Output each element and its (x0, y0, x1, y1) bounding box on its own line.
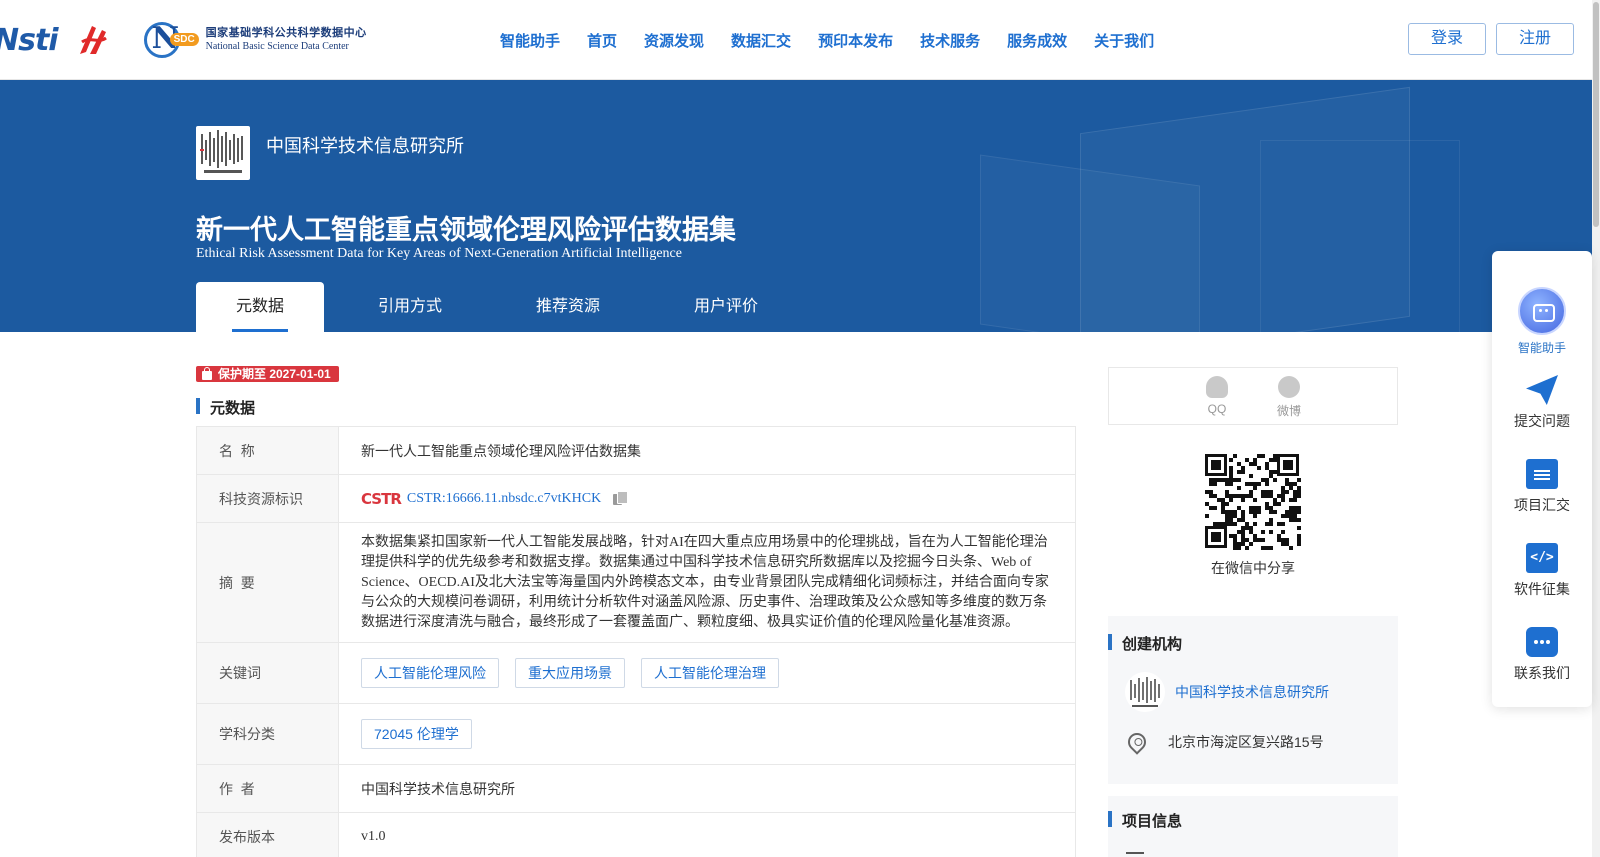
nav-home[interactable]: 首页 (587, 30, 617, 51)
row-key: 关键词 (197, 643, 339, 703)
login-button[interactable]: 登录 (1408, 23, 1486, 55)
row-key: 作 者 (197, 765, 339, 812)
table-row: 发布版本 v1.0 (196, 813, 1076, 857)
float-label: 软件征集 (1514, 581, 1570, 597)
cstr-identifier-link[interactable]: CSTR:16666.11.nbsdc.c7vtKHCK (407, 491, 601, 507)
row-key: 科技资源标识 (197, 475, 339, 522)
project-section-title: 项目信息 (1108, 810, 1182, 831)
partner-logo-red[interactable] (72, 20, 112, 60)
float-label: 项目汇交 (1514, 497, 1570, 513)
row-value: 中国科学技术信息研究所 (361, 782, 515, 798)
table-row: 科技资源标识 CSTR CSTR:16666.11.nbsdc.c7vtKHCK (196, 475, 1076, 523)
creator-org-name[interactable]: 中国科学技术信息研究所 (1175, 682, 1329, 702)
banner-org-name[interactable]: 中国科学技术信息研究所 (266, 132, 464, 158)
dataset-subtitle-en: Ethical Risk Assessment Data for Key Are… (196, 246, 682, 261)
table-row: 摘 要 本数据集紧扣国家新一代人工智能发展战略，针对AI在四大重点应用场景中的伦… (196, 523, 1076, 643)
nav-about[interactable]: 关于我们 (1094, 30, 1154, 51)
keyword-tag[interactable]: 人工智能伦理风险 (361, 658, 499, 688)
nav-preprint[interactable]: 预印本发布 (818, 30, 893, 51)
keyword-tag[interactable]: 人工智能伦理治理 (641, 658, 779, 688)
table-row: 学科分类 72045 伦理学 (196, 704, 1076, 765)
creator-address-text: 北京市海淀区复兴路15号 (1168, 734, 1324, 750)
istic-logo[interactable]: Nsti (0, 23, 59, 58)
robot-icon (1518, 287, 1566, 335)
float-submit-question[interactable]: 提交问题 (1492, 375, 1592, 431)
cstr-logo-icon: CSTR (361, 489, 402, 508)
nav-data-submission[interactable]: 数据汇交 (731, 30, 791, 51)
lock-icon (202, 366, 212, 380)
tab-citation[interactable]: 引用方式 (338, 282, 482, 332)
table-row: 作 者 中国科学技术信息研究所 (196, 765, 1076, 813)
nsdc-mark-icon: N SDC (142, 20, 202, 60)
float-label: 联系我们 (1514, 665, 1570, 681)
share-qq-button[interactable]: QQ (1197, 376, 1237, 416)
org-logo-icon (196, 126, 250, 180)
nav-tech-services[interactable]: 技术服务 (920, 30, 980, 51)
creator-section-title: 创建机构 (1108, 633, 1182, 654)
location-pin-icon (1124, 729, 1150, 755)
row-key: 名 称 (197, 427, 339, 474)
row-value: 新一代人工智能重点领域伦理风险评估数据集 (361, 444, 641, 460)
row-key: 学科分类 (197, 704, 339, 764)
dataset-tabs: 元数据 引用方式 推荐资源 用户评价 (196, 282, 798, 332)
code-icon: </> (1526, 543, 1558, 573)
tab-user-reviews[interactable]: 用户评价 (654, 282, 798, 332)
table-row: 名 称 新一代人工智能重点领域伦理风险评估数据集 (196, 427, 1076, 475)
nav-ai-assistant[interactable]: 智能助手 (500, 30, 560, 51)
nsdc-name-en: National Basic Science Data Center (205, 41, 349, 52)
copy-icon[interactable] (613, 491, 629, 506)
share-weibo-label: 微博 (1276, 404, 1301, 418)
folder-list-icon (1526, 459, 1558, 489)
row-key: 摘 要 (197, 523, 339, 642)
share-box: QQ 微博 (1108, 367, 1398, 425)
float-label: 提交问题 (1514, 413, 1570, 429)
protection-text: 保护期至 2027-01-01 (218, 367, 331, 381)
table-row: 关键词 人工智能伦理风险 重大应用场景 人工智能伦理治理 (196, 643, 1076, 704)
scrollbar-thumb[interactable] (1593, 2, 1599, 227)
share-qq-label: QQ (1207, 402, 1227, 416)
floating-sidebar: 智能助手 提交问题 项目汇交 </> 软件征集 联系我们 (1492, 251, 1592, 707)
logo-group: Nsti N SDC 国家基础学科公共科学数据中心 National Basic… (0, 18, 367, 62)
metadata-table: 名 称 新一代人工智能重点领域伦理风险评估数据集 科技资源标识 CSTR CST… (196, 426, 1076, 857)
page-scrollbar[interactable] (1592, 0, 1600, 857)
main-nav: 智能助手 首页 资源发现 数据汇交 预印本发布 技术服务 服务成效 关于我们 (500, 0, 1181, 80)
metadata-section-title: 元数据 (196, 397, 255, 418)
subject-tag[interactable]: 72045 伦理学 (361, 719, 472, 749)
creator-address: 北京市海淀区复兴路15号 (1124, 729, 1324, 755)
row-key: 发布版本 (197, 813, 339, 857)
dataset-banner: 中国科学技术信息研究所 新一代人工智能重点领域伦理风险评估数据集 Ethical… (0, 80, 1592, 332)
register-button[interactable]: 注册 (1496, 23, 1574, 55)
creator-org[interactable]: 中国科学技术信息研究所 (1125, 672, 1329, 712)
keyword-tag[interactable]: 重大应用场景 (515, 658, 625, 688)
qq-icon (1206, 376, 1228, 398)
nsdc-name-cn: 国家基础学科公共科学数据中心 (205, 27, 367, 39)
float-contact-us[interactable]: 联系我们 (1492, 627, 1592, 683)
paper-plane-icon (1526, 375, 1558, 405)
abstract-text: 本数据集紧扣国家新一代人工智能发展战略，针对AI在四大重点应用场景中的伦理挑战，… (361, 534, 1049, 630)
chat-bubble-icon (1526, 627, 1558, 657)
wechat-qr-code (1203, 452, 1301, 550)
row-value: v1.0 (361, 828, 386, 844)
nsdc-logo[interactable]: N SDC 国家基础学科公共科学数据中心 National Basic Scie… (142, 20, 367, 60)
protection-badge: 保护期至 2027-01-01 (196, 366, 339, 382)
float-software-collection[interactable]: </> 软件征集 (1492, 543, 1592, 599)
dataset-title: 新一代人工智能重点领域伦理风险评估数据集 (196, 215, 736, 245)
tab-metadata[interactable]: 元数据 (196, 282, 325, 332)
creator-logo-icon (1125, 672, 1165, 712)
project-icon (1126, 852, 1144, 857)
qr-caption: 在微信中分享 (1211, 560, 1295, 576)
float-project-submission[interactable]: 项目汇交 (1492, 459, 1592, 515)
float-label: 智能助手 (1517, 341, 1566, 355)
top-header: Nsti N SDC 国家基础学科公共科学数据中心 National Basic… (0, 0, 1600, 80)
nav-service-results[interactable]: 服务成效 (1007, 30, 1067, 51)
float-ai-assistant[interactable]: 智能助手 (1492, 287, 1592, 356)
tab-recommended[interactable]: 推荐资源 (496, 282, 640, 332)
weibo-icon (1278, 376, 1300, 398)
share-weibo-button[interactable]: 微博 (1269, 376, 1309, 419)
nav-resource-discovery[interactable]: 资源发现 (644, 30, 704, 51)
